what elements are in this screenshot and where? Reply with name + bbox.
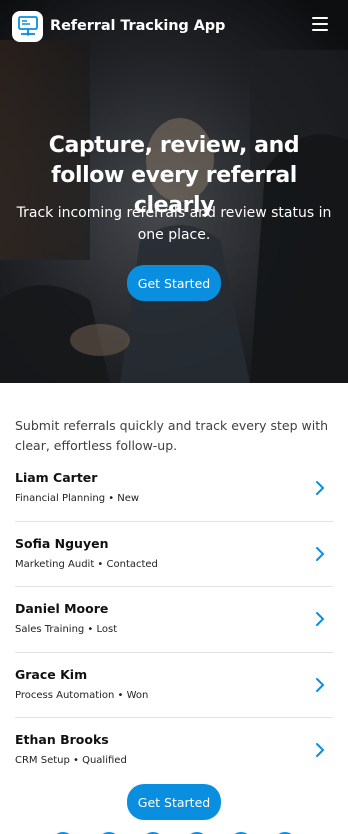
- hero-get-started-button[interactable]: Get Started: [127, 265, 221, 301]
- hamburger-menu-icon[interactable]: [312, 17, 328, 31]
- app-logo[interactable]: [12, 10, 43, 42]
- chevron-right-icon[interactable]: [315, 546, 325, 562]
- referral-item[interactable]: Ethan Brooks CRM Setup • Qualified: [15, 718, 333, 784]
- hero-section: Referral Tracking App Capture, review, a…: [0, 0, 348, 383]
- referral-meta: CRM Setup • Qualified: [15, 755, 127, 766]
- chevron-right-icon[interactable]: [315, 611, 325, 627]
- referral-item[interactable]: Grace Kim Process Automation • Won: [15, 653, 333, 718]
- referral-list: Liam Carter Financial Planning • New Sof…: [0, 456, 348, 784]
- referral-meta: Process Automation • Won: [15, 689, 149, 701]
- referral-meta: Marketing Audit • Contacted: [15, 558, 158, 570]
- top-navigation-bar: Referral Tracking App: [0, 0, 348, 52]
- referral-meta: Financial Planning • New: [15, 493, 140, 504]
- referral-item[interactable]: Daniel Moore Sales Training • Lost: [15, 587, 333, 653]
- referral-name: Liam Carter: [15, 470, 98, 485]
- footer-social-icons: [0, 828, 348, 834]
- referral-item[interactable]: Sofia Nguyen Marketing Audit • Contacted: [15, 522, 333, 587]
- monitor-network-icon: [17, 16, 38, 36]
- chevron-right-icon[interactable]: [315, 480, 325, 496]
- bottom-get-started-button[interactable]: Get Started: [127, 784, 221, 820]
- referral-name: Daniel Moore: [15, 601, 109, 616]
- app-title: Referral Tracking App: [50, 18, 226, 34]
- referral-item[interactable]: Liam Carter Financial Planning • New: [15, 456, 333, 522]
- intro-text: Submit referrals quickly and track every…: [15, 418, 329, 453]
- referral-meta: Sales Training • Lost: [15, 624, 118, 635]
- chevron-right-icon[interactable]: [315, 677, 325, 693]
- chevron-right-icon[interactable]: [315, 742, 325, 758]
- hero-subtitle: Track incoming referrals and review stat…: [16, 205, 332, 243]
- referral-name: Ethan Brooks: [15, 732, 109, 747]
- referral-name: Sofia Nguyen: [15, 535, 109, 551]
- referral-name: Grace Kim: [15, 666, 88, 682]
